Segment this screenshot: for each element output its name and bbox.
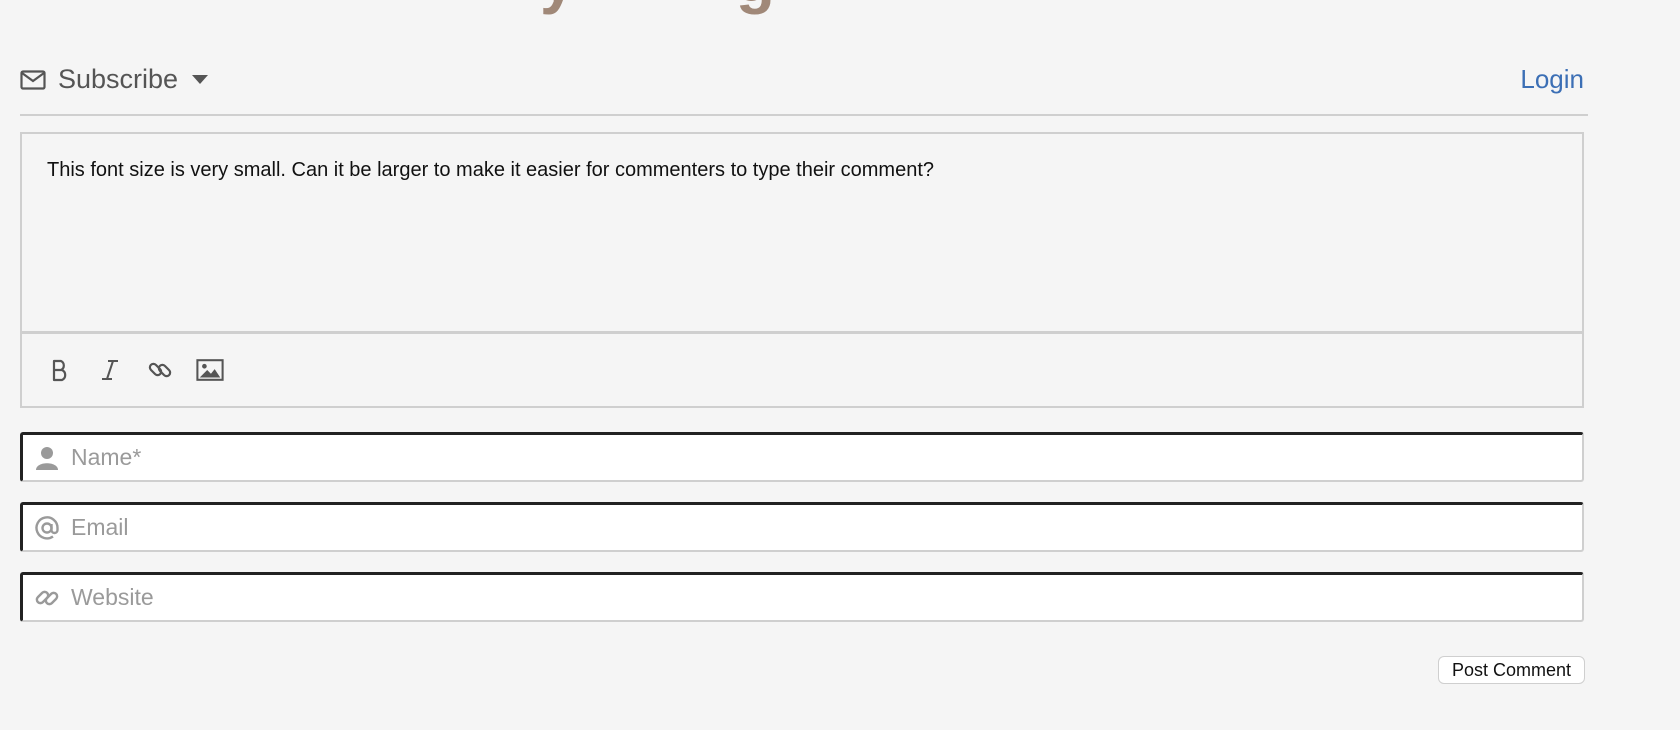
comment-topbar: Subscribe Login [20,52,1588,116]
italic-icon[interactable] [96,356,124,384]
bold-icon[interactable] [46,356,74,384]
post-comment-button[interactable]: Post Comment [1437,656,1585,684]
link-icon[interactable] [146,356,174,384]
login-link[interactable]: Login [1520,64,1584,95]
mail-icon [20,69,46,91]
comment-editor: This font size is very small. Can it be … [20,132,1584,408]
user-icon [33,444,61,472]
comment-page: y g Subscribe Login This font size is ve… [0,0,1680,730]
image-icon[interactable] [196,356,224,384]
at-icon [33,514,61,542]
name-input[interactable] [71,435,1582,480]
subscribe-dropdown[interactable]: Subscribe [20,64,209,95]
comment-textarea[interactable]: This font size is very small. Can it be … [47,159,1557,334]
website-input[interactable] [71,575,1582,620]
email-field [20,502,1584,552]
link-icon [33,584,61,612]
chevron-down-icon [192,75,209,84]
subscribe-label: Subscribe [58,64,179,94]
page-title-fragment: y g [540,0,777,16]
email-input[interactable] [71,505,1582,550]
name-field [20,432,1584,482]
website-field [20,572,1584,622]
editor-toolbar [22,331,1582,406]
